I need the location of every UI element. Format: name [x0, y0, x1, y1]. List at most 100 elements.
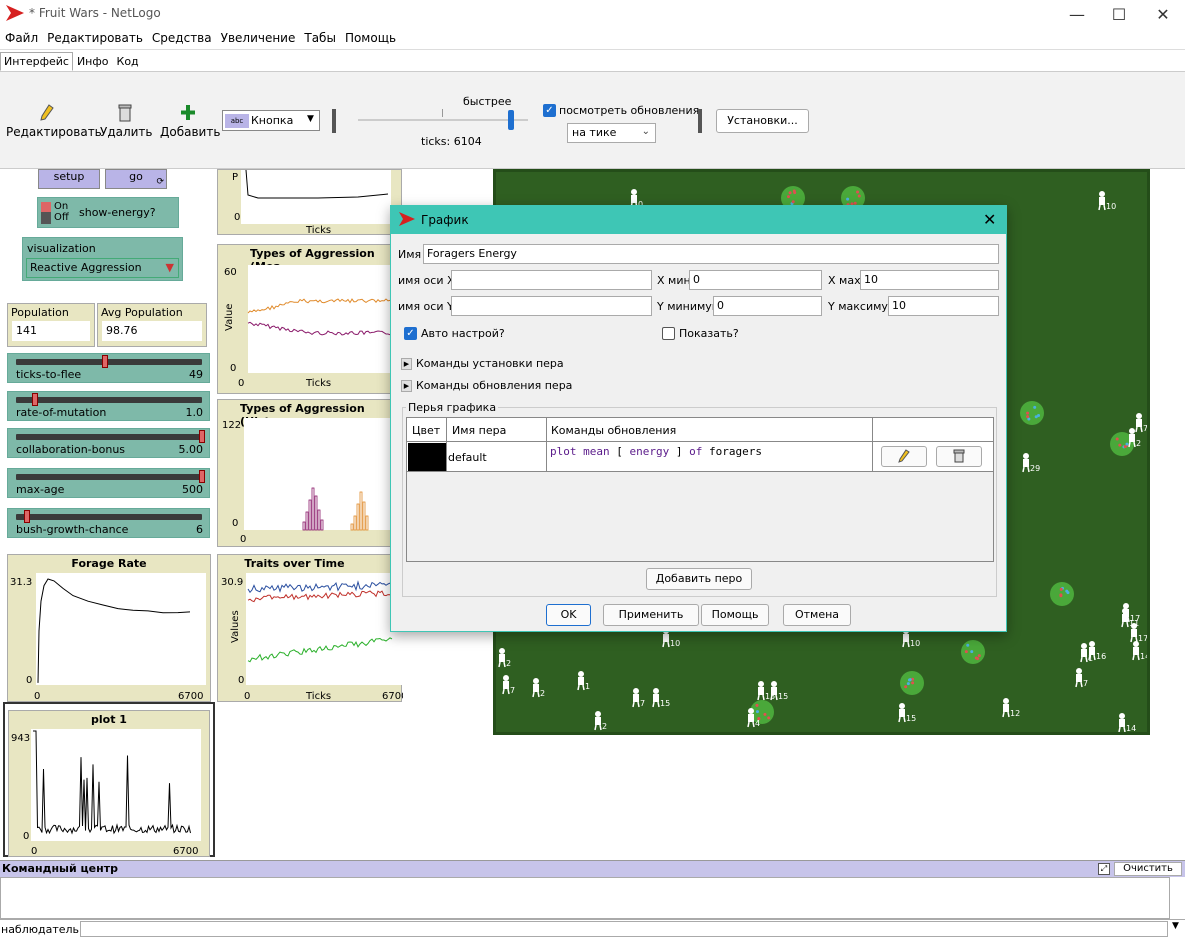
speed-slider-track[interactable]	[358, 119, 528, 121]
slider-rate-of-mutation[interactable]: rate-of-mutation 1.0	[7, 391, 210, 421]
chevron-down-icon[interactable]: ▼	[1172, 921, 1179, 931]
ymin-input[interactable]: 0	[713, 296, 822, 316]
command-input[interactable]	[80, 921, 1168, 937]
name-input[interactable]: Foragers Energy	[423, 244, 999, 264]
plot-traits: Traits over Time 30.9 0 0 Ticks 6700 Val…	[217, 554, 403, 702]
button-widget-icon: abc	[225, 114, 249, 128]
ymax-input[interactable]: 10	[888, 296, 999, 316]
forager-agent	[1121, 608, 1129, 628]
plot-xmin: 0	[31, 846, 37, 857]
menu-edit[interactable]: Редактировать	[42, 28, 147, 45]
minimize-button[interactable]: —	[1054, 0, 1100, 28]
edit-button[interactable]: Редактировать	[6, 104, 102, 139]
setup-button[interactable]: setup	[38, 169, 100, 189]
xmax-input[interactable]: 10	[860, 270, 999, 290]
update-mode-select[interactable]: на тике ⌄	[567, 123, 656, 143]
forager-agent	[1135, 413, 1143, 433]
edit-pen-button[interactable]	[881, 446, 927, 467]
pen-setup-label[interactable]: Команды установки пера	[416, 357, 564, 370]
window-title: * Fruit Wars - NetLogo	[29, 6, 161, 20]
code-token: [	[616, 445, 623, 458]
autoscale-checkbox[interactable]: ✓	[404, 327, 417, 340]
menu-tabs[interactable]: Табы	[299, 28, 340, 45]
chooser-value-box[interactable]: Reactive Aggression ▼	[26, 258, 179, 278]
col-divider	[872, 418, 873, 442]
view-updates-checkbox[interactable]: ✓	[543, 104, 556, 117]
ok-button[interactable]: OK	[546, 604, 591, 626]
close-button[interactable]: ✕	[1140, 0, 1185, 28]
code-token: of	[689, 445, 703, 458]
settings-button[interactable]: Установки...	[716, 109, 809, 133]
speed-slider-thumb[interactable]	[508, 110, 514, 130]
slider-collaboration-bonus[interactable]: collaboration-bonus 5.00	[7, 428, 210, 458]
menu-file[interactable]: Файл	[0, 28, 42, 45]
edit-button-label: Редактировать	[6, 125, 102, 139]
slider-bush-growth-chance[interactable]: bush-growth-chance 6	[7, 508, 210, 538]
plot-dialog: График ✕ Имя Foragers Energy имя оси X X…	[390, 205, 1007, 632]
tab-interface[interactable]: Интерфейс	[0, 52, 73, 71]
add-pen-button[interactable]: Добавить перо	[646, 568, 752, 590]
plot-aggression-mean-canvas: 60 0 0 Ticks Value	[224, 265, 403, 389]
slider-track[interactable]	[16, 397, 202, 403]
show-legend-checkbox[interactable]	[662, 327, 675, 340]
forager-agent	[1118, 713, 1126, 733]
tab-code[interactable]: Код	[113, 52, 143, 71]
plot-xmax: 6700	[382, 691, 403, 702]
expand-pen-update-icon[interactable]: ▶	[401, 380, 412, 392]
plot-aggression-hist: Types of Aggression (Histo 122 0 0	[217, 399, 403, 547]
slider-knob[interactable]	[24, 510, 31, 523]
slider-track[interactable]	[16, 359, 202, 365]
help-button[interactable]: Помощь	[701, 604, 769, 626]
plot-xmin: 0	[240, 534, 246, 545]
widget-type-select[interactable]: abc Кнопка ▼	[222, 110, 320, 131]
expand-pen-setup-icon[interactable]: ▶	[401, 358, 412, 370]
yaxis-input[interactable]	[451, 296, 652, 316]
forager-agent	[898, 703, 906, 723]
slider-knob[interactable]	[31, 393, 38, 406]
slider-track[interactable]	[16, 434, 202, 440]
add-button[interactable]: Добавить	[160, 104, 220, 139]
slider-knob[interactable]	[199, 470, 205, 483]
menu-bar: Файл Редактировать Средства Увеличение Табы П…	[0, 28, 1185, 50]
expand-icon[interactable]: ⤢	[1098, 863, 1110, 875]
apply-button[interactable]: Применить	[603, 604, 699, 626]
slider-knob[interactable]	[199, 430, 205, 443]
delete-pen-button[interactable]	[936, 446, 982, 467]
slider-max-age[interactable]: max-age 500	[7, 468, 210, 498]
clear-button[interactable]: Очистить	[1114, 862, 1182, 876]
tab-info[interactable]: Инфо	[73, 52, 113, 71]
plot-1[interactable]: plot 1 943 0 0 6700	[8, 710, 210, 857]
slider-track[interactable]	[16, 474, 202, 480]
maximize-button[interactable]: ☐	[1096, 0, 1142, 28]
forager-agent	[1002, 698, 1010, 718]
slider-knob[interactable]	[102, 355, 109, 368]
agent-label: 29	[1030, 464, 1040, 473]
pen-update-code[interactable]: plot mean [ energy ] of foragers	[550, 445, 762, 458]
agent-label: 17	[1138, 634, 1147, 643]
col-divider	[872, 442, 873, 472]
agent-label: 14	[1140, 652, 1147, 661]
xaxis-input[interactable]	[451, 270, 652, 290]
show-energy-switch[interactable]: On Off show-energy?	[37, 197, 179, 228]
visualization-chooser[interactable]: visualization Reactive Aggression ▼	[22, 237, 183, 281]
plot-ymin: 0	[23, 831, 29, 842]
plot-ymin: 0	[238, 675, 244, 686]
widget-type-value: Кнопка	[251, 114, 294, 127]
pen-update-label[interactable]: Команды обновления пера	[416, 379, 572, 392]
menu-tools[interactable]: Средства	[147, 28, 216, 45]
pen-row[interactable]: default plot mean [ energy ] of foragers	[407, 442, 993, 472]
code-token: ]	[675, 445, 683, 458]
pen-color-swatch[interactable]	[408, 443, 446, 471]
delete-button[interactable]: Удалить	[100, 104, 153, 139]
menu-zoom[interactable]: Увеличение	[216, 28, 300, 45]
menu-help[interactable]: Помощь	[340, 28, 400, 45]
xmin-input[interactable]: 0	[689, 270, 822, 290]
agent-label: 2	[1136, 439, 1141, 448]
slider-ticks-to-flee[interactable]: ticks-to-flee 49	[7, 353, 210, 383]
pen-name[interactable]: default	[448, 451, 487, 464]
dialog-close-icon[interactable]: ✕	[983, 210, 996, 229]
slider-track[interactable]	[16, 514, 202, 520]
agent-label: 2	[506, 659, 511, 668]
go-button[interactable]: go ⟳	[105, 169, 167, 189]
cancel-button[interactable]: Отмена	[783, 604, 851, 626]
